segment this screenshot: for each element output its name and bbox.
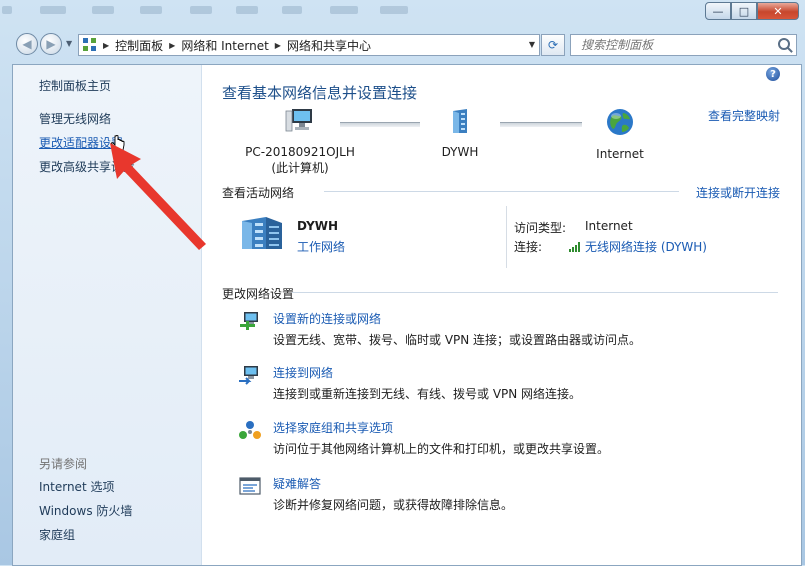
breadcrumb-separator-icon: ▶ <box>103 40 110 50</box>
section-divider <box>292 292 778 293</box>
sidebar-item-manage-wireless[interactable]: 管理无线网络 <box>39 110 111 127</box>
maximize-button[interactable]: □ <box>731 2 757 20</box>
homegroup-sharing-desc: 访问位于其他网络计算机上的文件和打印机，或更改共享设置。 <box>273 442 610 456</box>
connect-to-network-desc: 连接到或重新连接到无线、有线、拨号或 VPN 网络连接。 <box>273 387 582 401</box>
forward-button[interactable]: ▶ <box>40 33 62 55</box>
control-panel-icon <box>83 38 97 52</box>
breadcrumb-network-internet[interactable]: 网络和 Internet <box>181 37 268 54</box>
breadcrumb-separator-icon: ▶ <box>169 40 176 50</box>
troubleshoot-link[interactable]: 疑难解答 <box>273 475 321 492</box>
sidebar: 控制面板主页 管理无线网络 更改适配器设置 更改高级共享设置 另请参阅 Inte… <box>13 65 202 565</box>
address-dropdown-icon[interactable]: ▼ <box>529 40 535 49</box>
work-network-icon <box>242 217 282 249</box>
globe-icon <box>607 109 633 135</box>
background-window-menu <box>0 0 700 20</box>
active-networks-title: 查看活动网络 <box>222 186 295 200</box>
sidebar-item-homegroup[interactable]: 家庭组 <box>39 526 75 543</box>
breadcrumb-control-panel[interactable]: 控制面板 <box>115 37 163 54</box>
hand-cursor-icon <box>111 135 125 151</box>
help-icon[interactable]: ? <box>766 67 780 81</box>
address-bar[interactable]: ▶ 控制面板 ▶ 网络和 Internet ▶ 网络和共享中心 ▼ <box>78 34 540 56</box>
title-bar: — □ ✕ <box>0 0 805 28</box>
navigation-bar: ◀ ▶ ▼ ▶ 控制面板 ▶ 网络和 Internet ▶ 网络和共享中心 ▼ … <box>0 30 805 60</box>
vertical-divider <box>506 206 507 268</box>
connection-label: 连接: <box>514 240 543 254</box>
connect-to-network-link[interactable]: 连接到网络 <box>273 364 333 381</box>
search-icon[interactable] <box>778 38 790 50</box>
connect-disconnect-link[interactable]: 连接或断开连接 <box>696 184 780 201</box>
back-button[interactable]: ◀ <box>16 33 38 55</box>
access-type-value: Internet <box>585 219 633 233</box>
computer-sublabel: (此计算机) <box>271 161 329 175</box>
sidebar-control-panel-home[interactable]: 控制面板主页 <box>39 77 111 94</box>
section-divider <box>324 191 679 192</box>
breadcrumb-separator-icon: ▶ <box>274 40 281 50</box>
window-content: 控制面板主页 管理无线网络 更改适配器设置 更改高级共享设置 另请参阅 Inte… <box>12 64 802 566</box>
homegroup-sharing-link[interactable]: 选择家庭组和共享选项 <box>273 419 393 436</box>
main-panel: ? 查看基本网络信息并设置连接 查看完整映射 PC-20180921OJLH (此… <box>222 65 782 565</box>
network-name: DYWH <box>441 145 479 159</box>
active-network-name: DYWH <box>297 219 339 233</box>
network-type-link[interactable]: 工作网络 <box>297 238 345 255</box>
minimize-button[interactable]: — <box>705 2 731 20</box>
sidebar-item-advanced-sharing[interactable]: 更改高级共享设置 <box>39 158 135 175</box>
refresh-icon: ⟳ <box>547 38 559 52</box>
connect-network-icon <box>239 366 258 385</box>
change-settings-title: 更改网络设置 <box>222 287 295 301</box>
breadcrumb-network-sharing-center[interactable]: 网络和共享中心 <box>287 37 371 54</box>
search-box[interactable] <box>570 34 797 56</box>
computer-icon <box>285 109 312 132</box>
internet-label: Internet <box>596 147 644 161</box>
access-type-label: 访问类型: <box>514 221 567 235</box>
wireless-connection-text: 无线网络连接 (DYWH) <box>585 240 707 254</box>
map-node-network[interactable]: DYWH <box>390 107 530 160</box>
setup-connection-link[interactable]: 设置新的连接或网络 <box>273 310 381 327</box>
refresh-button[interactable]: ⟳ <box>541 34 565 56</box>
back-arrow-icon: ◀ <box>22 37 32 51</box>
close-button[interactable]: ✕ <box>757 2 799 20</box>
page-title: 查看基本网络信息并设置连接 <box>222 84 418 102</box>
setup-connection-desc: 设置无线、宽带、拨号、临时或 VPN 连接；或设置路由器或访问点。 <box>273 333 642 347</box>
window-controls: — □ ✕ <box>705 2 799 20</box>
map-node-computer[interactable]: PC-20180921OJLH (此计算机) <box>230 107 370 176</box>
forward-arrow-icon: ▶ <box>46 37 56 51</box>
network-building-icon <box>453 109 467 133</box>
search-input[interactable] <box>579 37 773 53</box>
wifi-signal-icon <box>569 242 580 252</box>
see-also-title: 另请参阅 <box>39 457 88 471</box>
sidebar-item-windows-firewall[interactable]: Windows 防火墙 <box>39 502 132 519</box>
troubleshoot-icon <box>239 477 261 495</box>
sidebar-item-internet-options[interactable]: Internet 选项 <box>39 478 114 495</box>
wireless-connection-link[interactable]: 无线网络连接 (DYWH) <box>569 238 707 255</box>
troubleshoot-desc: 诊断并修复网络问题，或获得故障排除信息。 <box>273 498 514 512</box>
homegroup-icon <box>239 421 261 439</box>
new-connection-icon <box>240 312 258 330</box>
computer-name: PC-20180921OJLH <box>245 145 355 159</box>
map-node-internet[interactable]: Internet <box>550 107 690 162</box>
history-dropdown-icon[interactable]: ▼ <box>66 39 72 48</box>
view-full-map-link[interactable]: 查看完整映射 <box>708 107 780 124</box>
